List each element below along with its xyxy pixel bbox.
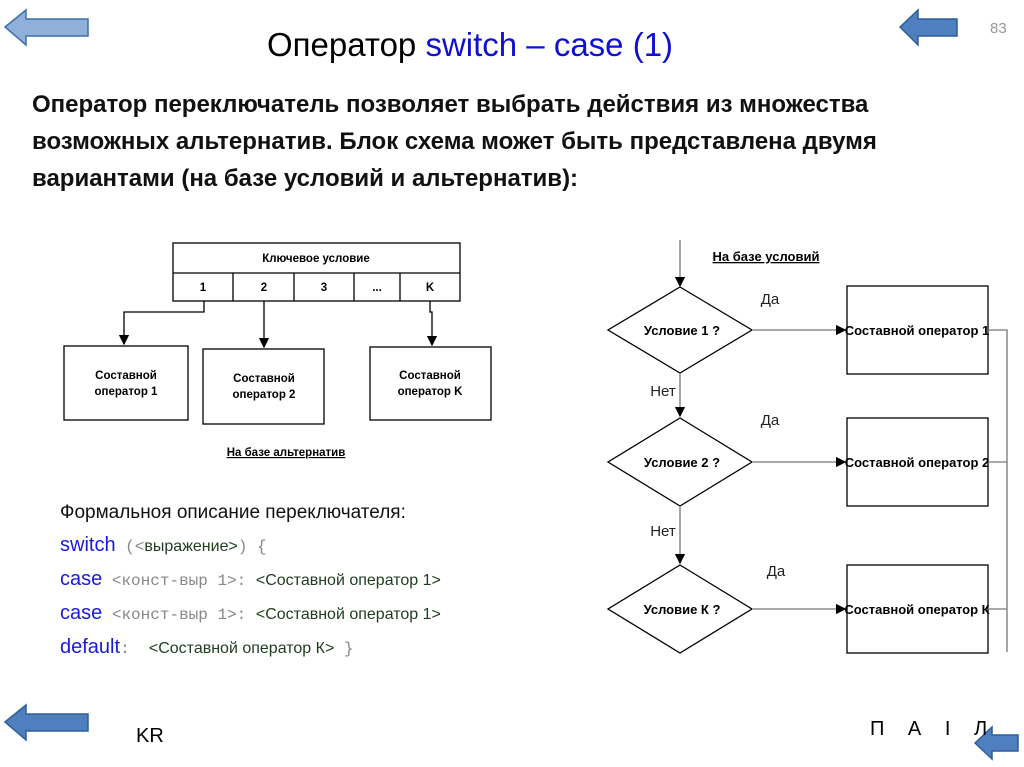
- alt-caption: На базе альтернатив: [227, 447, 346, 459]
- keyword: default: [60, 636, 121, 658]
- slide: 83 Оператор switch – case (1) Оператор п…: [0, 0, 1024, 767]
- code-part: (<: [115, 538, 145, 556]
- box-label: оператор 2: [233, 389, 296, 401]
- code-line: case <конст-выр 1>: <Составной оператор …: [60, 563, 441, 597]
- keyword: case: [60, 602, 103, 624]
- formal-description: Формальноя описание переключателя: switc…: [60, 497, 441, 665]
- yes-label: Да: [761, 291, 780, 308]
- code-part: <Составной оператор 1>: [255, 572, 441, 589]
- code-line: default: <Составной оператор К> }: [60, 631, 441, 665]
- code-part: <Составной оператор К>: [148, 640, 335, 657]
- footer-left: KR: [136, 725, 164, 747]
- box-label: Составной оператор К: [844, 602, 989, 617]
- code-part: ) {: [237, 538, 267, 556]
- condition-label: Условие К ?: [644, 602, 721, 617]
- cond-caption: На базе условий: [713, 249, 820, 264]
- box-label: Составной оператор 2: [845, 455, 990, 470]
- yes-label: Да: [767, 563, 786, 580]
- conditions-diagram: [606, 240, 1008, 654]
- case-cell: 1: [200, 282, 207, 294]
- case-cell: ...: [372, 282, 382, 294]
- formal-heading: Формальноя описание переключателя:: [60, 502, 406, 523]
- code-part: <конст-выр 1>:: [102, 572, 256, 590]
- code-part: <Составной оператор 1>: [255, 606, 441, 623]
- condition-label: Условие 2 ?: [644, 455, 720, 470]
- box-label: Составной: [233, 373, 295, 385]
- keyword: case: [60, 568, 103, 590]
- box-label: оператор K: [398, 386, 464, 398]
- code-part: выражение>: [144, 538, 238, 555]
- code-line: case <конст-выр 1>: <Составной оператор …: [60, 597, 441, 631]
- case-cell: 3: [321, 282, 327, 294]
- code-part: :: [120, 640, 149, 658]
- code-part: }: [334, 640, 354, 658]
- code-part: <конст-выр 1>:: [102, 606, 256, 624]
- box-label: Составной оператор 1: [845, 323, 990, 338]
- condition-label: Условие 1 ?: [644, 323, 720, 338]
- case-cell: 2: [261, 282, 267, 294]
- footer-nav[interactable]: П А І Л: [870, 718, 989, 741]
- no-label: Нет: [650, 383, 676, 400]
- code-line: switch (<выражение>) {: [60, 529, 441, 563]
- box-label: оператор 1: [95, 386, 159, 398]
- no-label: Нет: [650, 523, 676, 540]
- case-cell: K: [426, 282, 435, 294]
- box-label: Составной: [95, 370, 157, 382]
- key-condition-box: [172, 242, 461, 302]
- keyword: switch: [60, 534, 116, 556]
- key-condition-label: Ключевое условие: [262, 253, 370, 265]
- yes-label: Да: [761, 412, 780, 429]
- box-label: Составной: [399, 370, 461, 382]
